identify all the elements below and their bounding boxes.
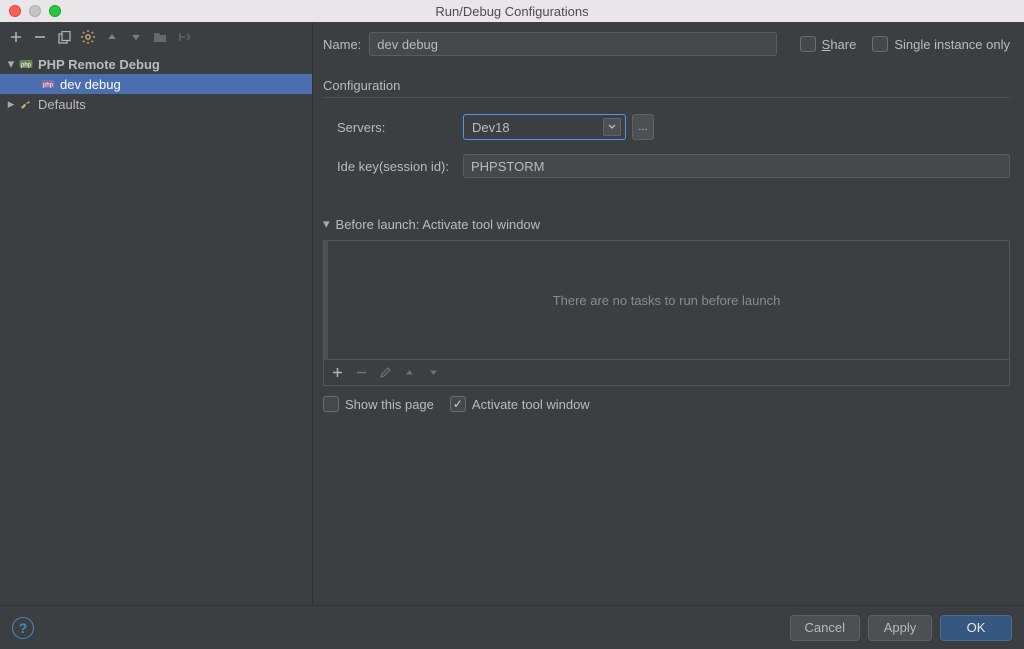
folder-icon[interactable] bbox=[152, 29, 168, 45]
before-launch-title: Before launch: Activate tool window bbox=[336, 217, 541, 232]
idekey-label: Ide key(session id): bbox=[337, 159, 463, 174]
tree-node-defaults[interactable]: ▸ Defaults bbox=[0, 94, 312, 114]
name-input[interactable] bbox=[369, 32, 777, 56]
remove-icon[interactable] bbox=[32, 29, 48, 45]
titlebar: Run/Debug Configurations bbox=[0, 0, 1024, 22]
show-this-page-checkbox[interactable]: Show this page bbox=[323, 396, 434, 412]
checkbox-icon bbox=[323, 396, 339, 412]
single-instance-checkbox[interactable]: Single instance only bbox=[872, 36, 1010, 52]
tree-node-label: PHP Remote Debug bbox=[38, 57, 160, 72]
name-label: Name: bbox=[323, 37, 361, 52]
svg-text:php: php bbox=[21, 63, 32, 69]
config-tree: ▾ php PHP Remote Debug php dev debug ▸ D… bbox=[0, 52, 312, 605]
sidebar: ▾ php PHP Remote Debug php dev debug ▸ D… bbox=[0, 22, 313, 605]
share-label: Share bbox=[822, 37, 857, 52]
chevron-right-icon[interactable]: ▸ bbox=[6, 96, 16, 112]
dropdown-button[interactable] bbox=[603, 118, 621, 136]
show-this-page-label: Show this page bbox=[345, 397, 434, 412]
cancel-button[interactable]: Cancel bbox=[790, 615, 860, 641]
configuration-title: Configuration bbox=[323, 78, 1010, 93]
add-icon[interactable] bbox=[8, 29, 24, 45]
php-config-icon: php bbox=[40, 77, 56, 91]
wrench-icon bbox=[18, 98, 34, 111]
php-remote-debug-icon: php bbox=[18, 57, 34, 71]
apply-button[interactable]: Apply bbox=[868, 615, 932, 641]
move-up-icon[interactable] bbox=[104, 29, 120, 45]
tree-node-php-remote-debug[interactable]: ▾ php PHP Remote Debug bbox=[0, 54, 312, 74]
ok-button[interactable]: OK bbox=[940, 615, 1012, 641]
before-launch-tasks: There are no tasks to run before launch bbox=[323, 240, 1010, 360]
add-icon[interactable] bbox=[330, 365, 344, 379]
activate-tool-window-checkbox[interactable]: Activate tool window bbox=[450, 396, 590, 412]
chevron-down-icon: ▾ bbox=[323, 216, 330, 232]
tree-node-dev-debug[interactable]: php dev debug bbox=[0, 74, 312, 94]
svg-text:php: php bbox=[43, 83, 54, 89]
move-up-icon[interactable] bbox=[402, 365, 416, 379]
help-button[interactable]: ? bbox=[12, 617, 34, 639]
idekey-input[interactable] bbox=[463, 154, 1010, 178]
remove-icon[interactable] bbox=[354, 365, 368, 379]
servers-value: Dev18 bbox=[472, 120, 510, 135]
activate-tool-window-label: Activate tool window bbox=[472, 397, 590, 412]
chevron-down-icon[interactable]: ▾ bbox=[6, 56, 16, 72]
sidebar-toolbar bbox=[0, 22, 312, 52]
detail-panel: Name: Share Single instance only Configu… bbox=[313, 22, 1024, 605]
tree-node-label: Defaults bbox=[38, 97, 86, 112]
footer: ? Cancel Apply OK bbox=[0, 605, 1024, 649]
edit-icon[interactable] bbox=[378, 365, 392, 379]
tree-node-label: dev debug bbox=[60, 77, 121, 92]
copy-icon[interactable] bbox=[56, 29, 72, 45]
before-launch-empty-text: There are no tasks to run before launch bbox=[553, 293, 781, 308]
divider bbox=[323, 97, 1010, 98]
move-down-icon[interactable] bbox=[426, 365, 440, 379]
before-launch-header[interactable]: ▾ Before launch: Activate tool window bbox=[323, 216, 1010, 232]
move-down-icon[interactable] bbox=[128, 29, 144, 45]
checkbox-icon bbox=[800, 36, 816, 52]
checkbox-icon bbox=[872, 36, 888, 52]
settings-icon[interactable] bbox=[80, 29, 96, 45]
before-launch-toolbar bbox=[323, 359, 1010, 386]
share-checkbox[interactable]: Share bbox=[800, 36, 857, 52]
checkbox-checked-icon bbox=[450, 396, 466, 412]
servers-combo[interactable]: Dev18 bbox=[463, 114, 626, 140]
servers-browse-button[interactable]: ... bbox=[632, 114, 654, 140]
window-title: Run/Debug Configurations bbox=[0, 4, 1024, 19]
servers-label: Servers: bbox=[337, 120, 463, 135]
expand-tree-icon[interactable] bbox=[176, 29, 192, 45]
single-instance-label: Single instance only bbox=[894, 37, 1010, 52]
